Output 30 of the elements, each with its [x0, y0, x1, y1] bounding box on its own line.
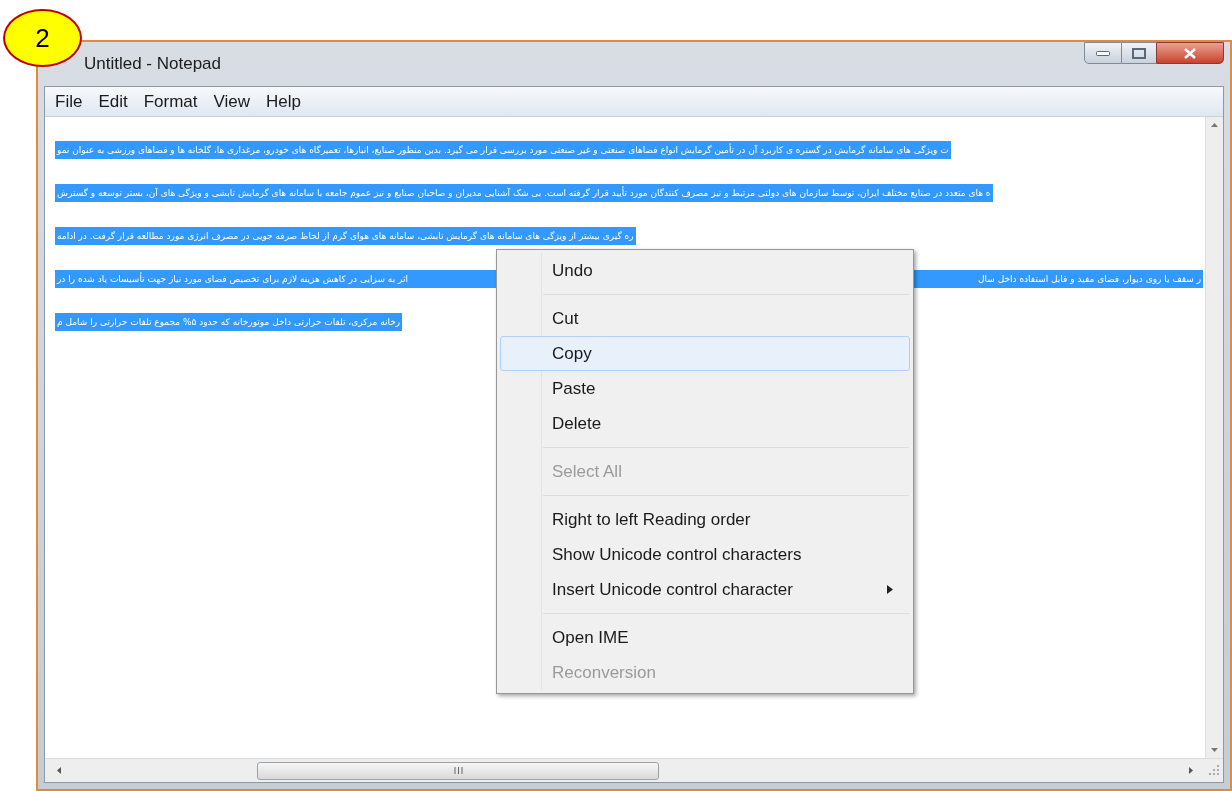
- scroll-down-arrow-icon: [1211, 748, 1218, 752]
- window-title: Untitled - Notepad: [84, 53, 222, 76]
- context-menu-item[interactable]: Copy: [500, 336, 910, 371]
- close-icon: [1184, 47, 1196, 59]
- menu-bar-item[interactable]: Edit: [92, 88, 134, 115]
- close-button[interactable]: [1156, 42, 1224, 64]
- menu-bar-item[interactable]: Help: [260, 88, 308, 115]
- scrollbar-thumb[interactable]: [257, 761, 659, 780]
- scroll-up-arrow-icon: [1211, 123, 1218, 127]
- scroll-left-arrow-icon: [57, 767, 61, 774]
- submenu-arrow-icon: [887, 585, 893, 594]
- maximize-button[interactable]: [1122, 42, 1156, 64]
- menu-bar-item[interactable]: File: [49, 88, 89, 115]
- scroll-right-arrow-icon: [1189, 767, 1193, 774]
- minimize-icon: [1096, 50, 1110, 56]
- step-number-badge: 2: [3, 9, 82, 67]
- vertical-scrollbar[interactable]: [1205, 117, 1223, 758]
- grip-icon: [453, 767, 463, 774]
- minimize-button[interactable]: [1084, 42, 1122, 64]
- context-menu-item[interactable]: Show Unicode control characters: [500, 537, 910, 572]
- context-menu-item[interactable]: Undo: [500, 253, 910, 288]
- context-menu-item[interactable]: Insert Unicode control character: [500, 572, 910, 607]
- context-menu-item[interactable]: Cut: [500, 301, 910, 336]
- context-menu-item[interactable]: Right to left Reading order: [500, 502, 910, 537]
- maximize-icon: [1132, 47, 1146, 59]
- menu-bar-item[interactable]: View: [207, 88, 257, 115]
- menu-bar-item[interactable]: Format: [137, 88, 204, 115]
- context-menu-item[interactable]: Open IME: [500, 620, 910, 655]
- context-menu-item[interactable]: Paste: [500, 371, 910, 406]
- context-menu-item[interactable]: Delete: [500, 406, 910, 441]
